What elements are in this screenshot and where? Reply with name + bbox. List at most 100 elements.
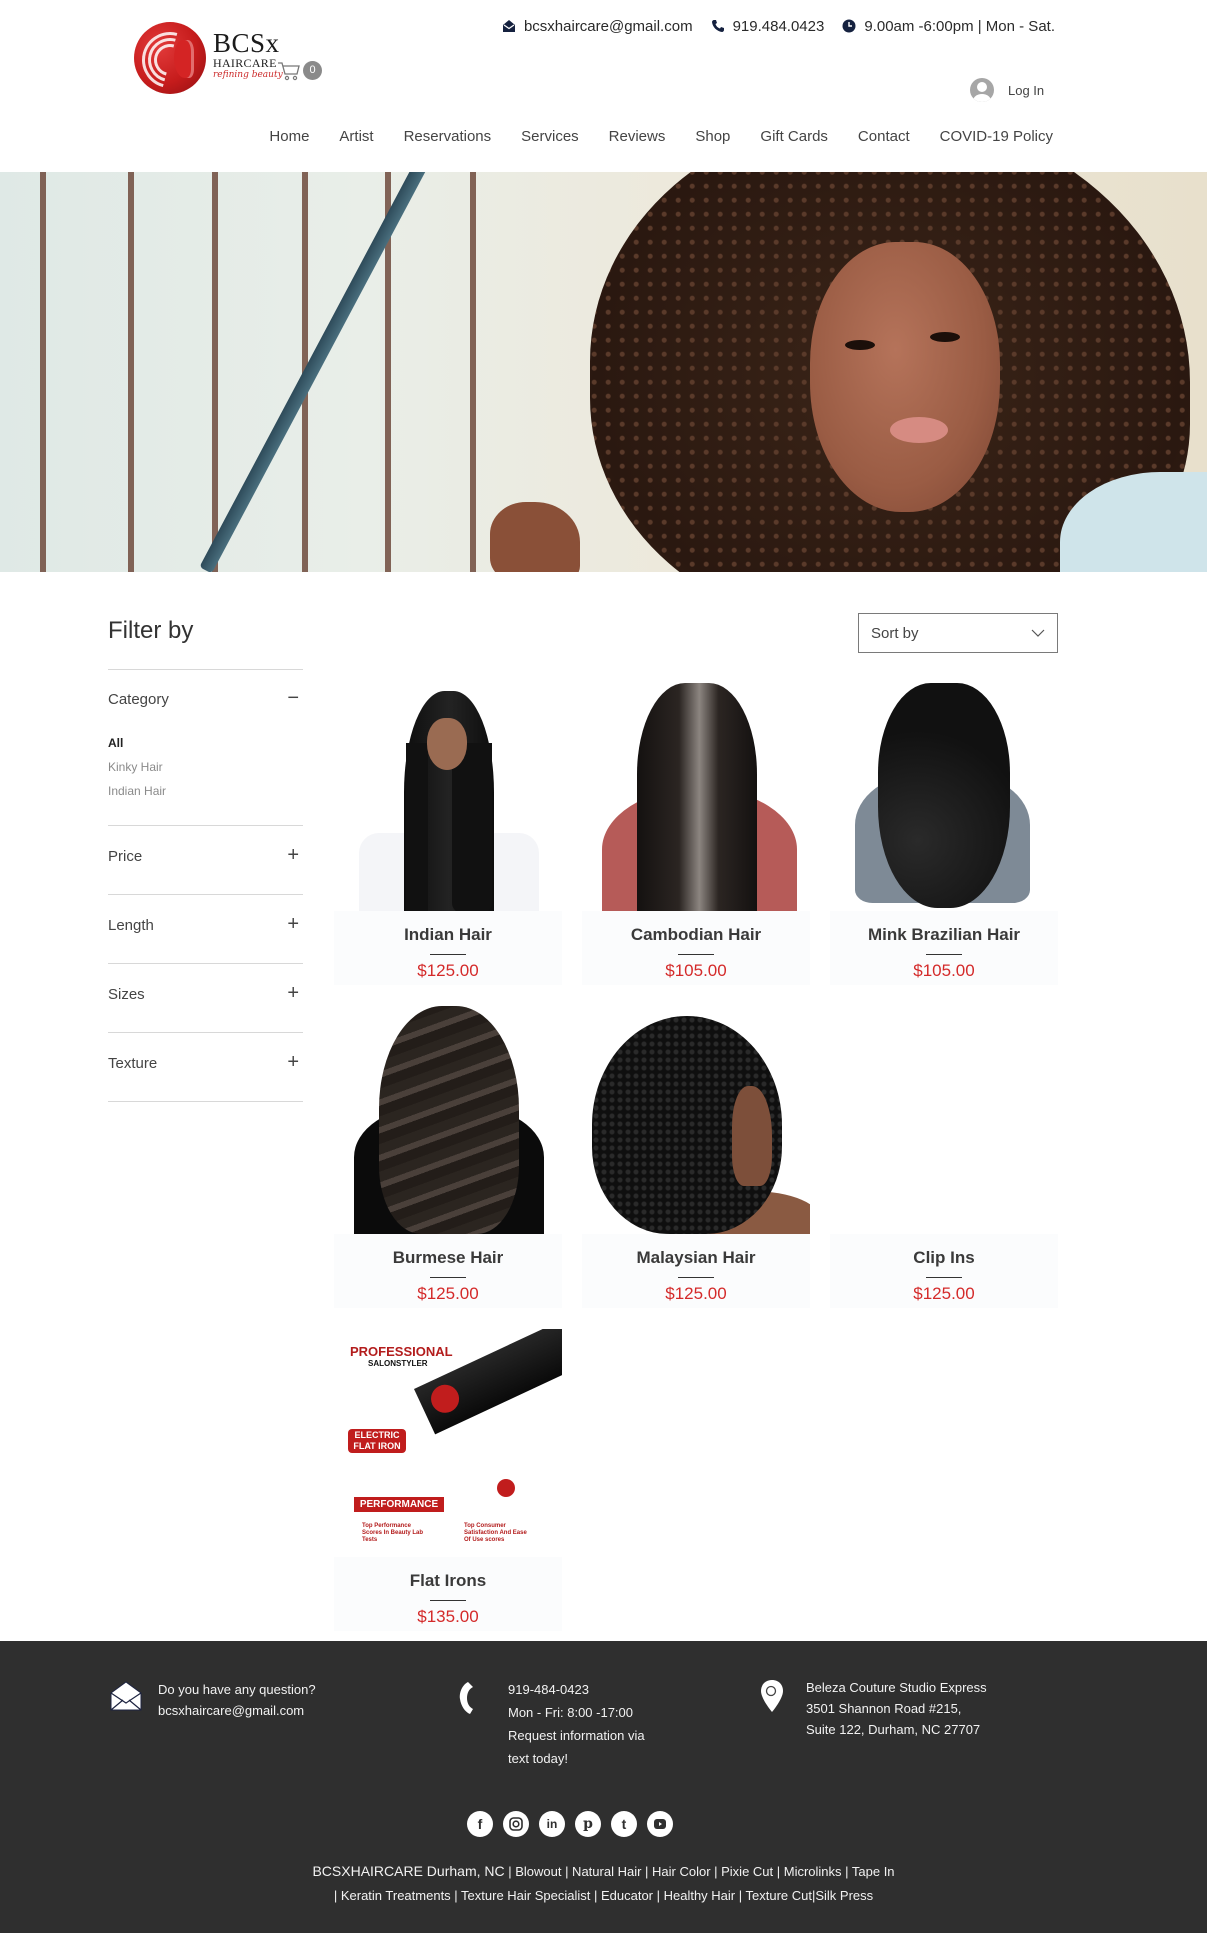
product-image[interactable]	[334, 683, 562, 911]
expand-icon[interactable]: +	[287, 844, 299, 867]
topbar-hours-text: 9.00am -6:00pm | Mon - Sat.	[864, 17, 1055, 35]
product-card[interactable]: Clip Ins $125.00	[830, 1006, 1058, 1308]
footer-email-link[interactable]: bcsxhaircare@gmail.com	[158, 1700, 316, 1721]
expand-icon[interactable]: +	[287, 913, 299, 936]
product-name[interactable]: Flat Irons	[334, 1571, 562, 1591]
product-info: Cambodian Hair $105.00	[582, 911, 810, 985]
flat-iron-check-1: Top Performance Scores In Beauty Lab Tes…	[362, 1523, 424, 1543]
product-card[interactable]: Indian Hair $125.00	[334, 683, 562, 985]
nav-contact[interactable]: Contact	[858, 128, 910, 145]
nav-gift-cards[interactable]: Gift Cards	[760, 128, 828, 145]
nav-artist[interactable]: Artist	[339, 128, 373, 145]
product-info: Clip Ins $125.00	[830, 1234, 1058, 1308]
footer-phone-note2: text today!	[508, 1751, 568, 1766]
footer-address-line1: 3501 Shannon Road #215,	[806, 1701, 962, 1716]
category-option-kinky-hair[interactable]: Kinky Hair	[108, 755, 303, 779]
footer-address: Beleza Couture Studio Express 3501 Shann…	[806, 1677, 987, 1740]
filter-category-label: Category	[108, 691, 169, 708]
nav-reservations[interactable]: Reservations	[404, 128, 492, 145]
instagram-icon[interactable]	[503, 1811, 529, 1837]
footer-seo-line2: | Keratin Treatments | Texture Hair Spec…	[333, 1888, 874, 1903]
filter-texture-label: Texture	[108, 1055, 158, 1072]
product-image[interactable]	[582, 683, 810, 911]
product-image-placeholder[interactable]	[830, 1006, 1058, 1234]
nav-reviews[interactable]: Reviews	[609, 128, 666, 145]
topbar-phone[interactable]: 919.484.0423	[711, 17, 825, 35]
product-card[interactable]: PROFESSIONAL SALONSTYLER ELECTRIC FLAT I…	[334, 1329, 562, 1631]
product-price: $105.00	[665, 961, 727, 980]
product-info: Indian Hair $125.00	[334, 911, 562, 985]
login-button[interactable]: Log In	[970, 78, 1044, 102]
footer-phone: 919-484-0423 Mon - Fri: 8:00 -17:00 Requ…	[508, 1678, 645, 1770]
sort-dropdown[interactable]: Sort by	[858, 613, 1058, 653]
filter-title: Filter by	[108, 617, 194, 644]
collapse-icon[interactable]: −	[287, 687, 299, 710]
product-name[interactable]: Indian Hair	[334, 925, 562, 945]
nav-covid-policy[interactable]: COVID-19 Policy	[940, 128, 1053, 145]
product-info: Flat Irons $135.00	[334, 1557, 562, 1631]
envelope-icon	[110, 1681, 142, 1711]
site-logo[interactable]: BCSx HAIRCARE refining beauty	[134, 22, 314, 94]
filter-sizes[interactable]: Sizes +	[108, 964, 303, 1033]
filter-length[interactable]: Length +	[108, 895, 303, 964]
divider	[926, 954, 962, 955]
footer-phone-hours: Mon - Fri: 8:00 -17:00	[508, 1705, 633, 1720]
envelope-icon	[502, 20, 515, 32]
filter-texture[interactable]: Texture +	[108, 1033, 303, 1102]
product-info: Burmese Hair $125.00	[334, 1234, 562, 1308]
product-card[interactable]: Cambodian Hair $105.00	[582, 683, 810, 985]
flat-iron-badge: ELECTRIC FLAT IRON	[348, 1429, 406, 1453]
footer-seo-lead: BCSXHAIRCARE Durham, NC	[312, 1863, 505, 1879]
category-option-indian-hair[interactable]: Indian Hair	[108, 779, 303, 803]
login-label: Log In	[1008, 82, 1045, 98]
product-name[interactable]: Mink Brazilian Hair	[830, 925, 1058, 945]
product-card[interactable]: Burmese Hair $125.00	[334, 1006, 562, 1308]
chevron-down-icon	[1031, 629, 1045, 637]
filter-length-label: Length	[108, 917, 154, 934]
flat-iron-check-2: Top Consumer Satisfaction And Ease Of Us…	[464, 1523, 527, 1543]
divider	[430, 1600, 466, 1601]
footer-seo-text: BCSXHAIRCARE Durham, NC | Blowout | Natu…	[0, 1859, 1207, 1908]
cart-icon[interactable]	[277, 60, 301, 82]
product-price: $125.00	[913, 1284, 975, 1303]
product-image[interactable]	[334, 1006, 562, 1234]
footer-address-line2: Suite 122, Durham, NC 27707	[806, 1722, 981, 1737]
product-name[interactable]: Cambodian Hair	[582, 925, 810, 945]
divider	[430, 954, 466, 955]
footer-phone-note1: Request information via	[508, 1728, 645, 1743]
product-name[interactable]: Burmese Hair	[334, 1248, 562, 1268]
youtube-icon[interactable]	[647, 1811, 673, 1837]
product-card[interactable]: Mink Brazilian Hair $105.00	[830, 683, 1058, 985]
product-name[interactable]: Malaysian Hair	[582, 1248, 810, 1268]
facebook-icon[interactable]: f	[467, 1811, 493, 1837]
filter-price[interactable]: Price +	[108, 826, 303, 895]
linkedin-icon[interactable]: in	[539, 1811, 565, 1837]
cart-count-badge[interactable]: 0	[303, 61, 322, 80]
gift-icon	[886, 1063, 1001, 1178]
product-image[interactable]	[830, 683, 1058, 911]
divider	[430, 1277, 466, 1278]
expand-icon[interactable]: +	[287, 1051, 299, 1074]
product-name[interactable]: Clip Ins	[830, 1248, 1058, 1268]
expand-icon[interactable]: +	[287, 982, 299, 1005]
topbar-phone-text: 919.484.0423	[732, 17, 825, 35]
nav-services[interactable]: Services	[521, 128, 579, 145]
filter-category-header[interactable]: Category −	[108, 669, 303, 725]
phone-icon	[459, 1682, 473, 1714]
site-footer: Do you have any question? bcsxhaircare@g…	[0, 1641, 1207, 1933]
footer-address-name: Beleza Couture Studio Express	[806, 1680, 987, 1695]
nav-home[interactable]: Home	[269, 128, 309, 145]
pinterest-icon[interactable]: p	[575, 1811, 601, 1837]
nav-shop[interactable]: Shop	[695, 128, 730, 145]
contact-topbar: bcsxhaircare@gmail.com 919.484.0423 9.00…	[484, 16, 1055, 36]
product-image[interactable]: PROFESSIONAL SALONSTYLER ELECTRIC FLAT I…	[334, 1329, 562, 1557]
product-image[interactable]	[582, 1006, 810, 1234]
category-option-all[interactable]: All	[108, 731, 303, 755]
product-card[interactable]: Malaysian Hair $125.00	[582, 1006, 810, 1308]
topbar-email[interactable]: bcsxhaircare@gmail.com	[502, 18, 693, 35]
main-nav: Home Artist Reservations Services Review…	[239, 128, 1053, 145]
divider	[678, 954, 714, 955]
footer-phone-number[interactable]: 919-484-0423	[508, 1678, 645, 1701]
map-pin-icon	[761, 1680, 783, 1712]
tumblr-icon[interactable]: t	[611, 1811, 637, 1837]
